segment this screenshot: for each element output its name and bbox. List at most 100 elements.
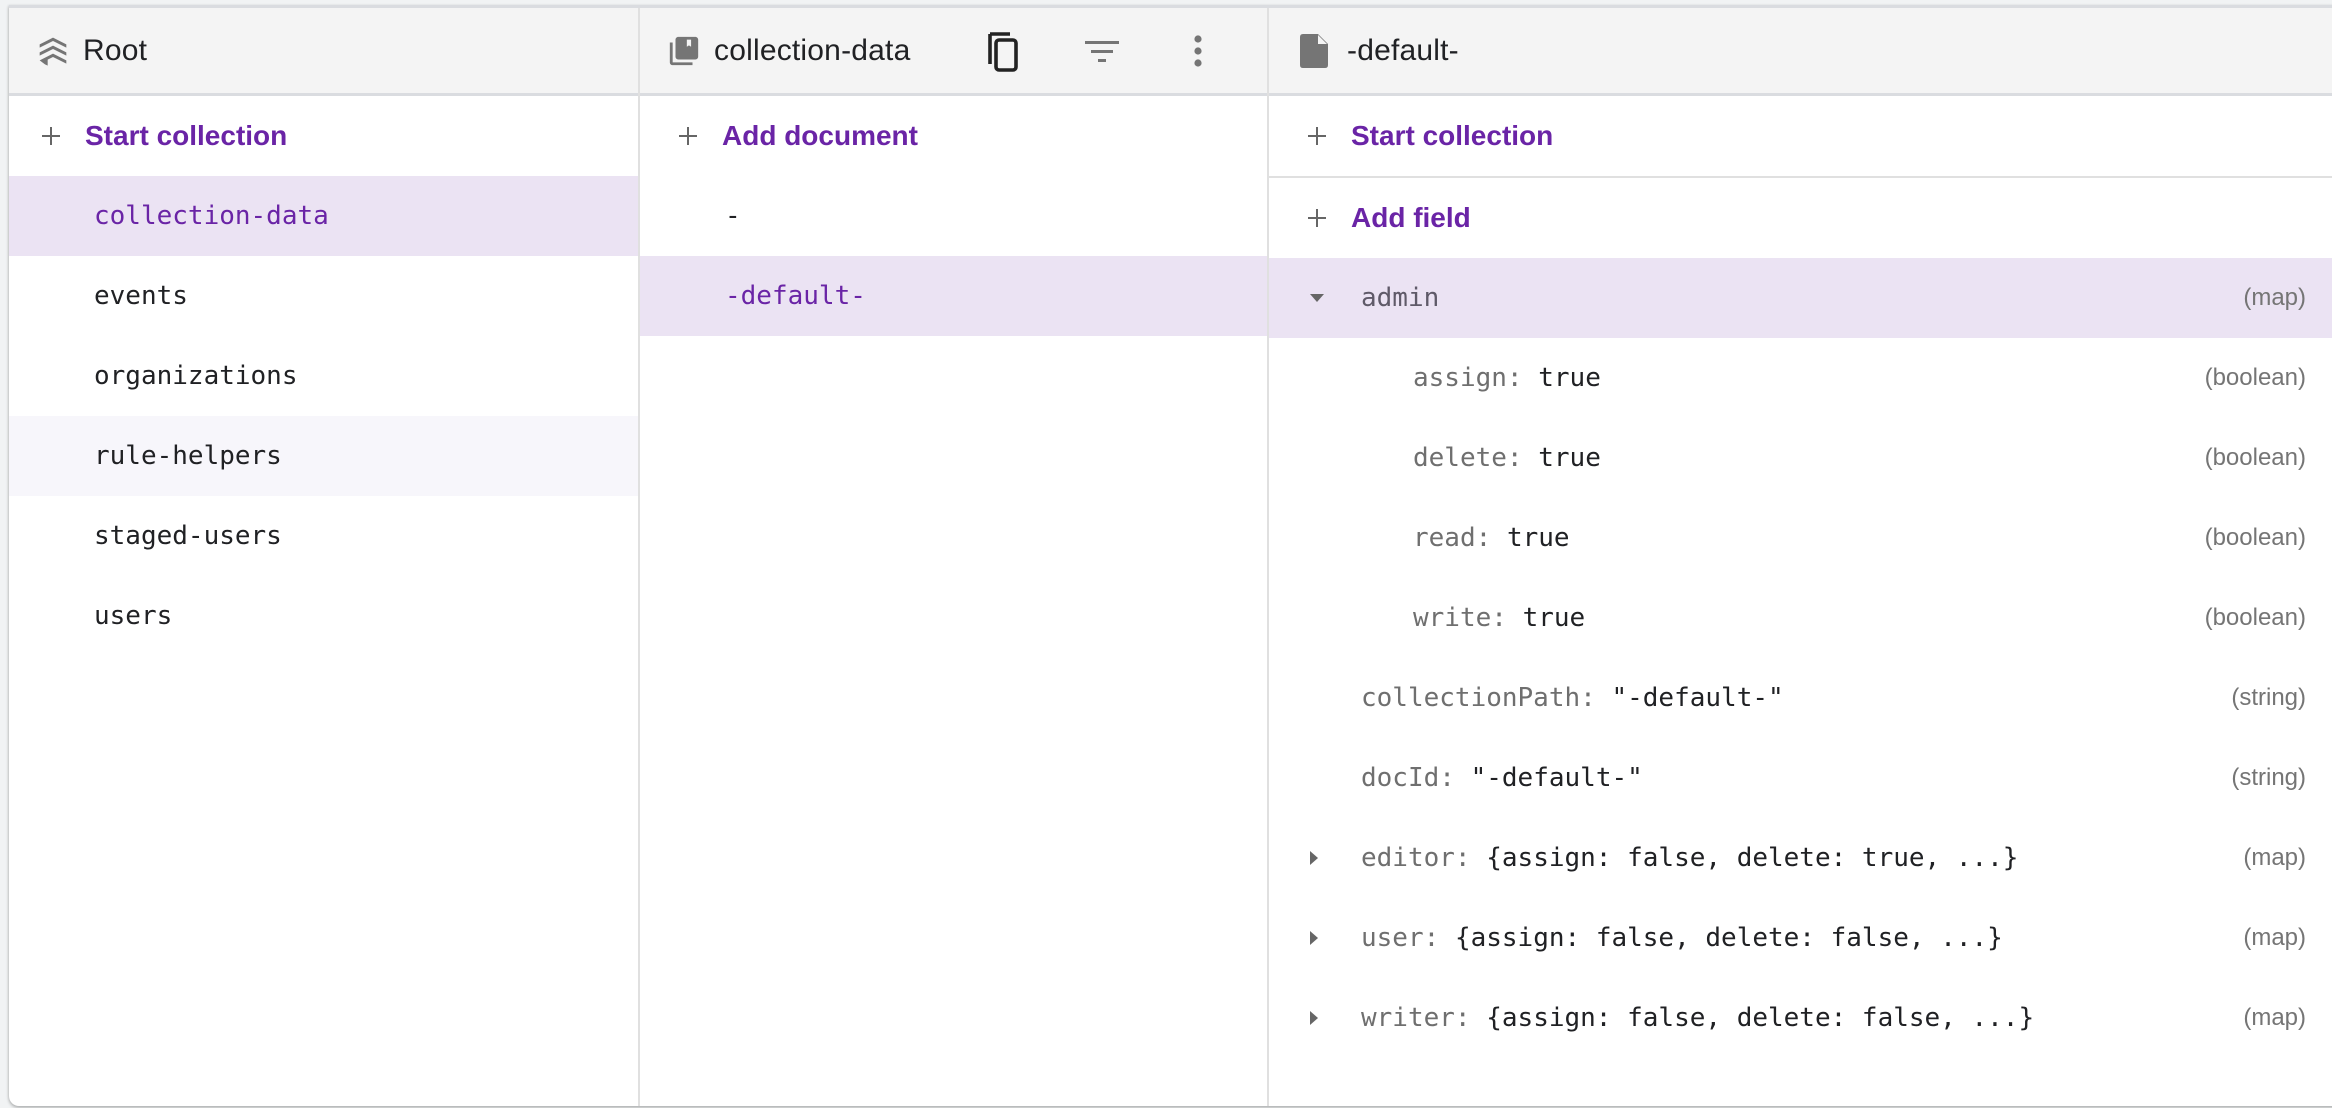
- root-panel-header: Root: [9, 8, 638, 96]
- collection-item[interactable]: staged-users: [9, 496, 638, 576]
- field-separator: :: [1506, 443, 1539, 473]
- field-type: (boolean): [2204, 364, 2306, 391]
- add-document-button[interactable]: Add document: [640, 96, 1267, 176]
- caret-down-icon[interactable]: [1309, 258, 1325, 338]
- field-text: admin: [1361, 258, 1439, 338]
- start-collection-label: Start collection: [85, 120, 288, 151]
- document-item[interactable]: -: [640, 176, 1267, 256]
- field-separator: :: [1506, 363, 1539, 393]
- field-text: docId: "-default-": [1361, 738, 1643, 818]
- start-subcollection-label: Start collection: [1351, 120, 1554, 151]
- field-key: read: [1413, 523, 1476, 553]
- field-text: assign: true: [1413, 338, 1601, 418]
- collection-item-label: staged-users: [94, 521, 282, 551]
- caret-right-icon[interactable]: [1309, 818, 1319, 898]
- field-value: {assign: false, delete: false, ...}: [1486, 1003, 2035, 1033]
- documents-list: - -default-: [640, 176, 1267, 336]
- field-type: (map): [2243, 924, 2306, 951]
- field-value: true: [1522, 603, 1586, 633]
- field-value: true: [1506, 523, 1570, 553]
- field-row[interactable]: editor: {assign: false, delete: true, ..…: [1269, 818, 2332, 898]
- field-type: (string): [2231, 764, 2306, 791]
- field-value: {assign: false, delete: false, ...}: [1454, 923, 2003, 953]
- collection-item-label: organizations: [94, 361, 298, 391]
- root-stack-icon: [36, 34, 70, 68]
- field-value: true: [1538, 443, 1601, 473]
- plus-icon: [1305, 206, 1345, 230]
- field-separator: :: [1475, 523, 1507, 553]
- field-separator: :: [1580, 683, 1612, 713]
- document-item-label: -: [725, 201, 741, 231]
- collection-panel-header: collection-data: [640, 8, 1267, 96]
- field-value: "-default-": [1611, 683, 1784, 713]
- field-text: write: true: [1413, 578, 1585, 658]
- field-row[interactable]: collectionPath: "-default-" (string): [1269, 658, 2332, 738]
- field-type: (boolean): [2204, 604, 2306, 631]
- collection-icon: [667, 34, 701, 68]
- collection-item[interactable]: collection-data: [9, 176, 638, 256]
- collection-panel-title: collection-data: [714, 33, 911, 67]
- collection-toolbar: [988, 8, 1223, 93]
- field-key: admin: [1361, 283, 1440, 313]
- field-row[interactable]: assign: true (boolean): [1269, 338, 2332, 418]
- collection-item-label: users: [94, 601, 173, 631]
- start-subcollection-button[interactable]: Start collection: [1269, 96, 2332, 178]
- field-key: assign: [1413, 363, 1507, 393]
- field-text: delete: true: [1413, 418, 1601, 498]
- field-text: read: true: [1413, 498, 1570, 578]
- field-key: writer: [1361, 1003, 1455, 1033]
- collection-item[interactable]: users: [9, 576, 638, 656]
- field-row[interactable]: docId: "-default-" (string): [1269, 738, 2332, 818]
- more-vert-icon[interactable]: [1173, 26, 1223, 76]
- collections-list: collection-data events organizations rule-h…: [9, 176, 638, 656]
- field-text: writer: {assign: false, delete: false, .…: [1361, 978, 2034, 1058]
- fields-list: admin (map) assign: true (boolean) delete: t…: [1269, 258, 2332, 1058]
- collection-item-label: collection-data: [94, 201, 329, 231]
- field-type: (boolean): [2204, 524, 2306, 551]
- root-panel: Root Start collection collection-data eve…: [9, 8, 640, 1106]
- document-icon: [1297, 33, 1331, 68]
- collection-item-label: rule-helpers: [94, 441, 282, 471]
- field-key: collectionPath: [1361, 683, 1581, 713]
- field-separator: :: [1454, 1003, 1487, 1033]
- field-value: {assign: false, delete: true, ...}: [1486, 843, 2019, 873]
- field-value: true: [1538, 363, 1601, 393]
- collection-item-label: events: [94, 281, 188, 311]
- field-value: "-default-": [1470, 763, 1643, 793]
- field-row[interactable]: delete: true (boolean): [1269, 418, 2332, 498]
- document-item-label: -default-: [725, 281, 866, 311]
- field-separator: :: [1454, 843, 1487, 873]
- field-text: collectionPath: "-default-": [1361, 658, 1784, 738]
- field-separator: :: [1423, 923, 1455, 953]
- firestore-data-viewer: Root Start collection collection-data eve…: [9, 5, 2332, 1106]
- document-panel-header: -default-: [1269, 8, 2332, 96]
- caret-right-icon[interactable]: [1309, 978, 1319, 1058]
- field-type: (map): [2243, 844, 2306, 871]
- field-row[interactable]: admin (map): [1269, 258, 2332, 338]
- field-type: (string): [2231, 684, 2306, 711]
- collection-item[interactable]: rule-helpers: [9, 416, 638, 496]
- field-row[interactable]: read: true (boolean): [1269, 498, 2332, 578]
- field-row[interactable]: user: {assign: false, delete: false, ...…: [1269, 898, 2332, 978]
- plus-icon: [676, 124, 716, 148]
- field-key: delete: [1413, 443, 1507, 473]
- plus-icon: [1305, 124, 1345, 148]
- collection-item[interactable]: organizations: [9, 336, 638, 416]
- field-text: editor: {assign: false, delete: true, ..…: [1361, 818, 2018, 898]
- add-field-button[interactable]: Add field: [1269, 178, 2332, 258]
- start-collection-button[interactable]: Start collection: [9, 96, 638, 176]
- plus-icon: [39, 124, 79, 148]
- field-row[interactable]: writer: {assign: false, delete: false, .…: [1269, 978, 2332, 1058]
- collection-panel: collection-data Add document - -default-: [640, 8, 1269, 1106]
- field-key: user: [1361, 923, 1424, 953]
- field-type: (map): [2243, 1004, 2306, 1031]
- filter-icon[interactable]: [1077, 26, 1127, 76]
- field-separator: :: [1439, 763, 1471, 793]
- add-field-label: Add field: [1351, 202, 1471, 233]
- document-item[interactable]: -default-: [640, 256, 1267, 336]
- collection-item[interactable]: events: [9, 256, 638, 336]
- caret-right-icon[interactable]: [1309, 898, 1319, 978]
- field-text: user: {assign: false, delete: false, ...…: [1361, 898, 2003, 978]
- field-row[interactable]: write: true (boolean): [1269, 578, 2332, 658]
- copy-icon[interactable]: [981, 26, 1031, 76]
